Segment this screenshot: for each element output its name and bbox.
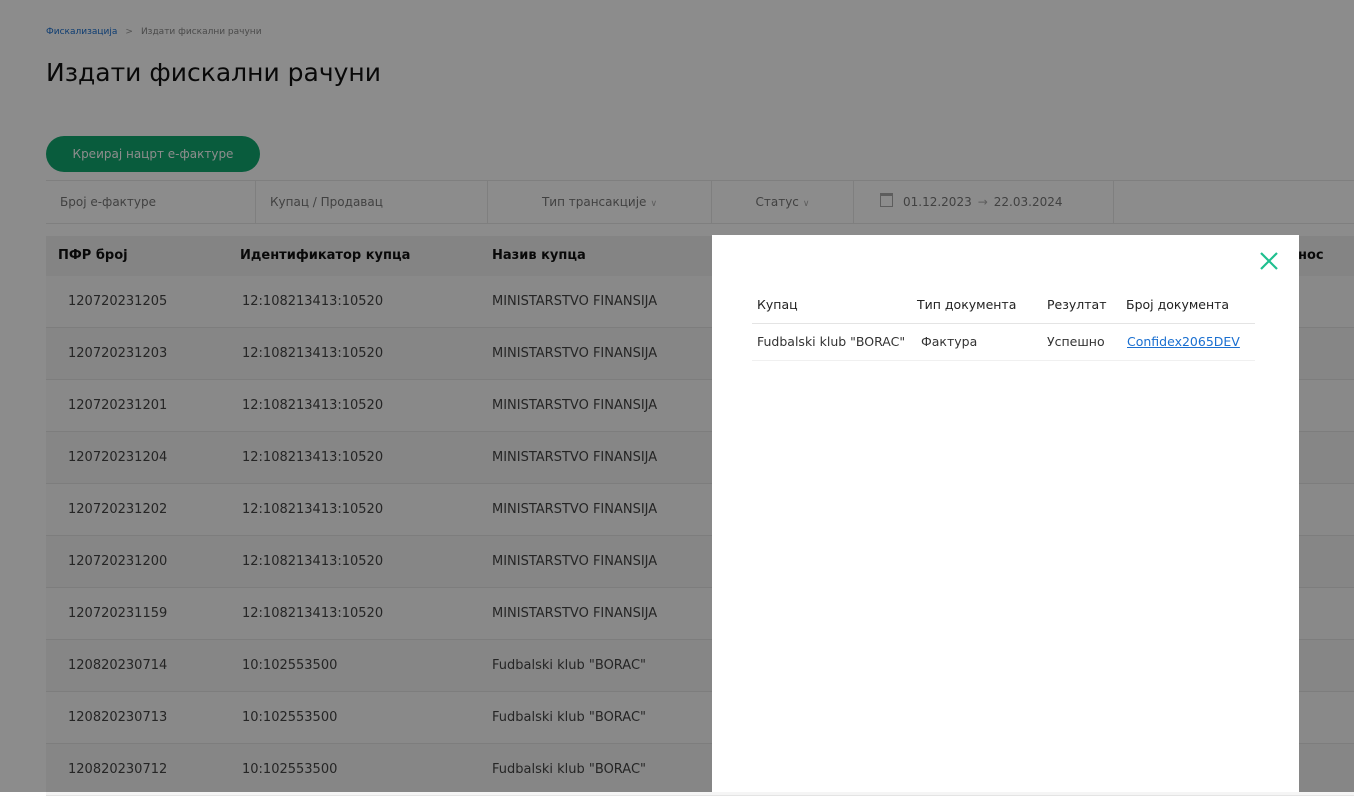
modal-result-table: Купац Тип документа Резултат Број докуме… xyxy=(752,291,1255,361)
modal-cell-document-type: Фактура xyxy=(921,334,978,349)
modal-table-row: Fudbalski klub "BORAC" Фактура Успешно C… xyxy=(752,324,1255,361)
modal-cell-buyer: Fudbalski klub "BORAC" xyxy=(757,334,906,349)
document-number-link[interactable]: Confidex2065DEV xyxy=(1127,324,1240,360)
modal-header-result: Резултат xyxy=(1047,297,1107,312)
modal-table-header: Купац Тип документа Резултат Број докуме… xyxy=(752,291,1255,324)
close-icon[interactable] xyxy=(1255,247,1283,275)
modal-cell-result: Успешно xyxy=(1047,334,1105,349)
modal-header-buyer: Купац xyxy=(757,297,798,312)
fiscal-result-modal: Купац Тип документа Резултат Број докуме… xyxy=(712,235,1299,792)
modal-header-document-number: Број документа xyxy=(1126,297,1230,312)
modal-header-document-type: Тип документа xyxy=(917,297,1017,312)
